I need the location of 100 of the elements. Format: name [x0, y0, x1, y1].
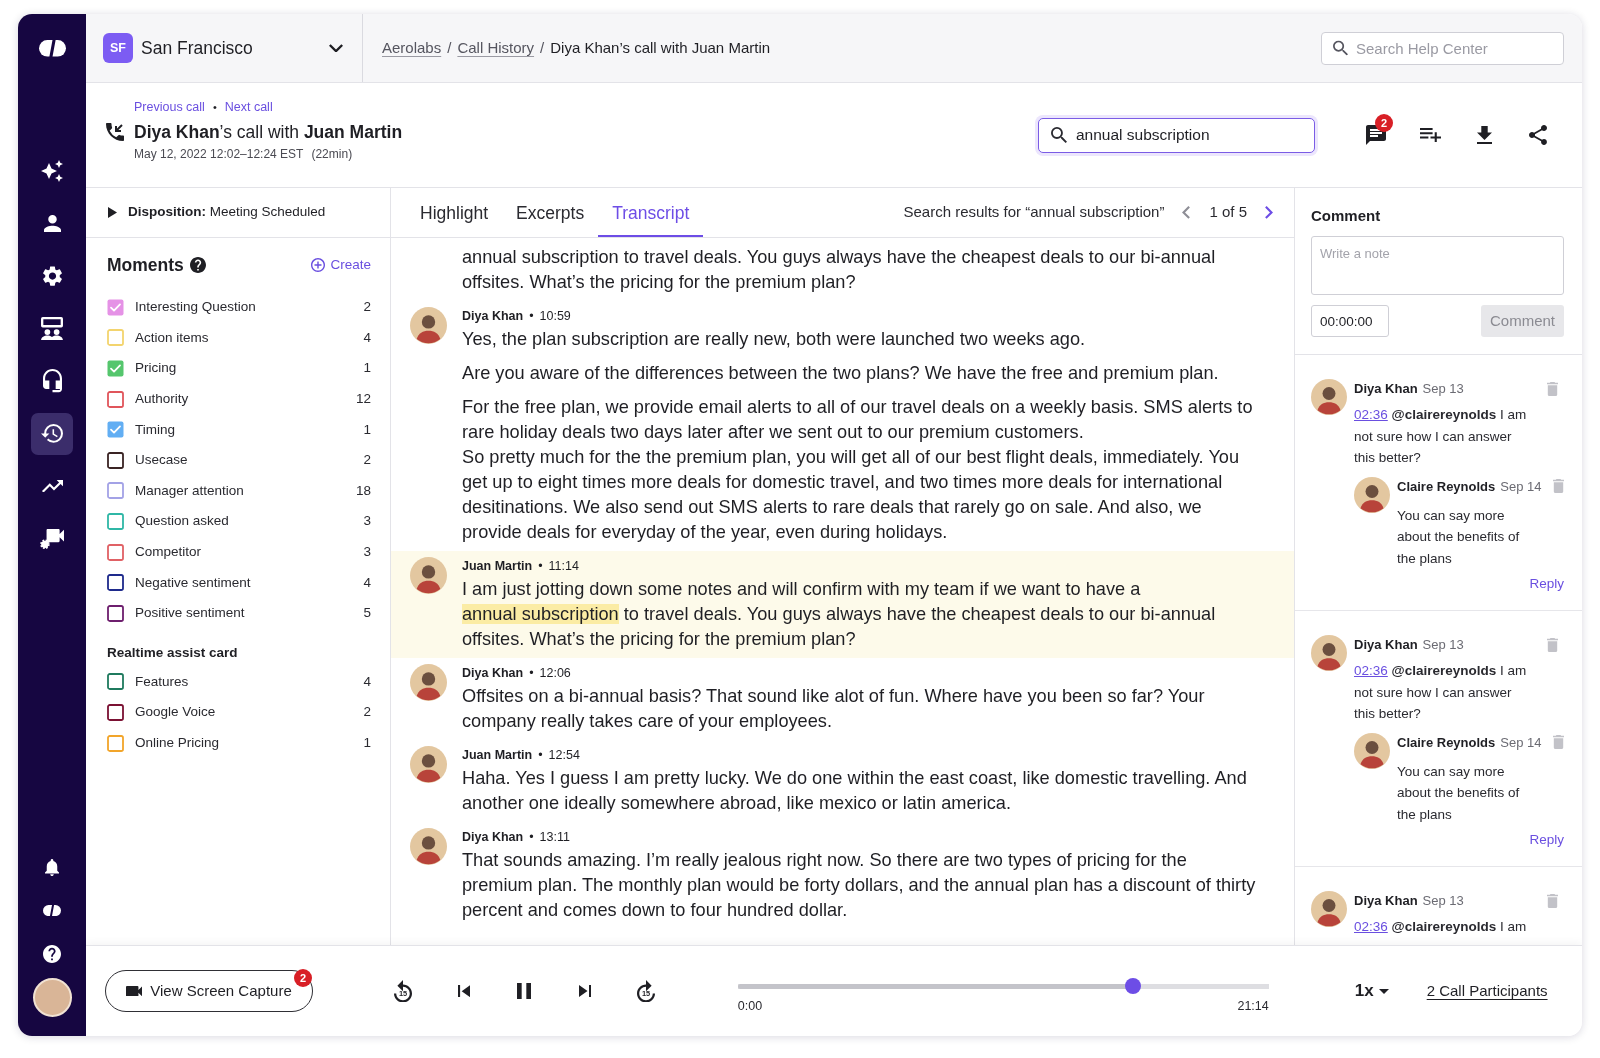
- moment-count: 3: [363, 512, 371, 531]
- moment-label: Manager attention: [135, 481, 244, 500]
- view-screen-capture-button[interactable]: View Screen Capture 2: [105, 970, 313, 1012]
- user-avatar: [410, 664, 447, 701]
- download-icon[interactable]: [1476, 125, 1492, 145]
- comment-text: You can say more about the benefits of the plans: [1397, 762, 1521, 824]
- comment-author: Claire Reynolds: [1397, 477, 1496, 496]
- checkbox[interactable]: [107, 604, 124, 622]
- skip-back-icon[interactable]: [457, 984, 470, 998]
- headset-icon: [42, 369, 62, 393]
- checkbox[interactable]: [107, 574, 124, 592]
- speaker-name: Juan Martin: [462, 747, 533, 764]
- moment-count: 18: [355, 481, 371, 500]
- checkbox[interactable]: [107, 451, 124, 469]
- breadcrumb-link[interactable]: Aerolabs: [382, 36, 442, 60]
- result-position: 1 of 5: [1209, 202, 1247, 223]
- speaker-name: Diya Khan: [462, 665, 524, 682]
- caret-down-icon: [1378, 988, 1389, 994]
- user-avatar: [410, 557, 447, 594]
- moment-count: 1: [363, 420, 371, 439]
- video-settings-icon: [40, 528, 64, 549]
- help-icon[interactable]: [189, 257, 206, 273]
- video-camera-icon: [126, 985, 143, 997]
- moment-label: Authority: [135, 389, 189, 408]
- disposition-toggle[interactable]: Disposition: Meeting Scheduled: [86, 188, 390, 238]
- checkbox[interactable]: [107, 543, 124, 561]
- transcript-text: Haha. Yes I guess I am pretty lucky. We do one within the east coast, like domestic travelling. And another one ideally somewhere abroad, like mexico or latin america.: [462, 767, 1248, 815]
- reply-link[interactable]: Reply: [1529, 832, 1564, 847]
- bell-icon[interactable]: [45, 858, 59, 876]
- breadcrumb-current: Diya Khan’s call with Juan Martin: [550, 37, 771, 58]
- history-icon: [41, 424, 63, 443]
- profile-photo[interactable]: [32, 978, 72, 1017]
- note-field[interactable]: Write a note: [1311, 236, 1564, 295]
- chevron-down-icon: [329, 43, 343, 53]
- call-duration: (22min): [311, 146, 353, 162]
- transcript-text: Offsites on a bi-annual basis? That sound like alot of fun. Where have you been so far? Your company really takes care of your employees.: [462, 685, 1206, 733]
- location-dropdown[interactable]: SF San Francisco: [86, 14, 363, 82]
- app-logo-icon[interactable]: [38, 40, 66, 57]
- call-title: Diya Khan’s call with Juan Martin: [134, 121, 403, 144]
- moment-label: Online Pricing: [135, 733, 220, 752]
- separator-dot: •: [212, 100, 217, 115]
- transcript-text: For the free plan, we provide email alerts to all of our travel deals on a weekly basis. SMS alerts to rare holiday deals two days later after we sent out to our premium customers. So pretty much for the the premium plan, you will get all of our best flight deals, immediately. You get up to eight times more deals for domestic travel, and two times more deals for international desitinations. We also send out SMS alerts to rare deals that rarely go on sale. And also, we provide deals for everyday of the year, even during holidays.: [462, 396, 1254, 544]
- message-time: 12:54: [548, 747, 580, 764]
- incoming-call-icon: [106, 123, 124, 141]
- timestamp-link[interactable]: 02:36: [1354, 407, 1388, 422]
- tab[interactable]: Transcript: [598, 188, 704, 237]
- sidebar-nav-button[interactable]: [31, 412, 73, 455]
- reply-link[interactable]: Reply: [1529, 576, 1564, 591]
- tab[interactable]: Highlight: [406, 188, 503, 237]
- create-link[interactable]: Create: [311, 254, 371, 276]
- moment-label: Positive sentiment: [135, 604, 245, 623]
- chevron-right-icon[interactable]: [1265, 206, 1273, 219]
- checkbox[interactable]: [107, 734, 124, 752]
- checkbox[interactable]: [107, 298, 124, 316]
- transcript-text: I am just jotting down some notes and will confirm with my team if we want to have a annual subscription to travel deals. You guys always have the cheapest deals to our bi-annual offsites. What’s the pricing for the premium plan?: [462, 578, 1217, 651]
- transcript-text: Yes, the plan subscription are really new, both were launched two weeks ago.: [462, 328, 1087, 351]
- rewind-15-icon[interactable]: 15: [394, 979, 412, 1003]
- speed-dropdown[interactable]: 1x: [1354, 978, 1389, 1004]
- checkbox[interactable]: [107, 673, 124, 691]
- forward-15-icon[interactable]: 15: [636, 979, 655, 1003]
- tab[interactable]: Excerpts: [502, 188, 599, 237]
- checkbox[interactable]: [107, 512, 124, 530]
- comment-text: You can say more about the benefits of the plans: [1397, 506, 1521, 568]
- separator-dot: •: [538, 747, 543, 764]
- share-icon[interactable]: [1529, 125, 1547, 145]
- moment-count: 1: [363, 733, 371, 752]
- checkbox[interactable]: [107, 482, 124, 500]
- time-field[interactable]: 00:00:00: [1311, 305, 1389, 337]
- timestamp-link[interactable]: 02:36: [1354, 663, 1388, 678]
- checkbox[interactable]: [107, 360, 124, 377]
- slider-thumb[interactable]: [1125, 978, 1142, 994]
- next-call-link[interactable]: Next call: [224, 99, 273, 116]
- participants-link[interactable]: 2 Call Participants: [1426, 979, 1548, 1003]
- separator-dot: •: [529, 665, 534, 682]
- user-avatar: [1311, 891, 1347, 927]
- app-logo-icon[interactable]: [43, 905, 61, 917]
- list-add-icon[interactable]: [1419, 127, 1441, 143]
- comment-text: 02:36 @clairereynolds I am: [1354, 918, 1528, 936]
- timestamp-link[interactable]: 02:36: [1354, 919, 1388, 934]
- skip-forward-icon[interactable]: [579, 985, 592, 997]
- user-avatar: [1354, 476, 1390, 513]
- message-time: 13:11: [539, 829, 570, 846]
- notification-badge: 2: [294, 969, 312, 987]
- checkbox[interactable]: [107, 390, 124, 408]
- breadcrumb-link[interactable]: Call History: [457, 36, 535, 60]
- checkbox[interactable]: [107, 421, 124, 439]
- pause-icon[interactable]: [517, 982, 532, 1000]
- help-icon[interactable]: [43, 945, 61, 964]
- moment-count: 4: [363, 672, 371, 691]
- search-field[interactable]: Search Help Center: [1321, 31, 1564, 65]
- transcript-text: Are you aware of the differences between the two plans? We have the free and premium plan.: [462, 362, 1220, 385]
- search-results-text: Search results for “annual subscription”: [903, 202, 1165, 223]
- sparkles-icon: [41, 160, 63, 182]
- search-field[interactable]: annual subscription: [1038, 117, 1315, 153]
- checkbox[interactable]: [107, 703, 124, 721]
- breadcrumb-separator: /: [540, 37, 545, 58]
- moment-label: Pricing: [135, 359, 177, 378]
- message-time: 12:06: [539, 665, 571, 682]
- previous-call-link[interactable]: Previous call: [134, 99, 205, 116]
- moment-label: Usecase: [135, 451, 188, 470]
